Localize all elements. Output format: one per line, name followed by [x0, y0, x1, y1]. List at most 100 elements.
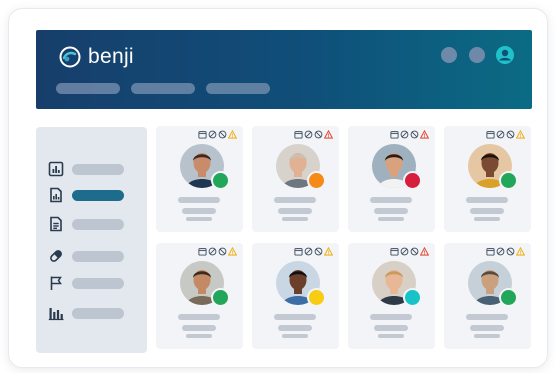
patient-card[interactable]	[156, 126, 243, 232]
blocked-icon[interactable]	[410, 247, 419, 256]
card-status-icons	[294, 130, 333, 139]
card-status-icons	[486, 130, 525, 139]
sidebar-item-label	[72, 308, 124, 319]
warning-icon[interactable]	[420, 247, 429, 256]
sidebar	[36, 127, 147, 353]
calendar-icon[interactable]	[390, 247, 399, 256]
patient-card[interactable]	[252, 243, 339, 349]
chart-document-icon	[50, 187, 62, 203]
pill-icon[interactable]	[496, 130, 505, 139]
card-status-icons	[198, 130, 237, 139]
patient-name-placeholder	[370, 197, 412, 203]
benji-logo-icon	[59, 46, 81, 68]
patient-name-placeholder	[178, 197, 220, 203]
calendar-icon[interactable]	[294, 247, 303, 256]
patient-detail-placeholder	[282, 217, 308, 221]
card-status-icons	[390, 247, 429, 256]
nav-item-1[interactable]	[56, 83, 120, 94]
calendar-icon[interactable]	[486, 247, 495, 256]
status-indicator	[307, 288, 326, 307]
warning-icon[interactable]	[228, 247, 237, 256]
patient-name-placeholder	[178, 314, 220, 320]
patient-detail-placeholder	[182, 208, 216, 214]
status-indicator	[499, 288, 518, 307]
calendar-icon[interactable]	[198, 130, 207, 139]
patient-card[interactable]	[444, 243, 531, 349]
patient-avatar[interactable]	[180, 144, 230, 190]
patient-avatar[interactable]	[180, 261, 230, 307]
sidebar-item-analytics[interactable]	[48, 305, 124, 321]
header-circle-1-icon[interactable]	[441, 47, 457, 63]
patient-detail-placeholder	[474, 334, 500, 338]
blocked-icon[interactable]	[314, 130, 323, 139]
pill-icon	[50, 250, 62, 262]
calendar-icon[interactable]	[198, 247, 207, 256]
patient-avatar[interactable]	[372, 144, 422, 190]
pill-icon[interactable]	[496, 247, 505, 256]
patient-avatar[interactable]	[372, 261, 422, 307]
status-indicator	[403, 171, 422, 190]
sidebar-item-label	[72, 219, 124, 230]
patient-card[interactable]	[156, 243, 243, 349]
pill-icon[interactable]	[208, 130, 217, 139]
sidebar-item-documents[interactable]	[48, 216, 124, 232]
pill-icon[interactable]	[304, 247, 313, 256]
sidebar-item-label	[72, 251, 124, 262]
patient-avatar[interactable]	[468, 144, 518, 190]
patient-name-placeholder	[370, 314, 412, 320]
patient-name-placeholder	[274, 197, 316, 203]
calendar-icon[interactable]	[390, 130, 399, 139]
patient-detail-placeholder	[374, 325, 408, 331]
blocked-icon[interactable]	[506, 247, 515, 256]
calendar-icon[interactable]	[486, 130, 495, 139]
flag-icon	[50, 276, 62, 290]
sidebar-item-medications[interactable]	[48, 248, 124, 264]
patient-card[interactable]	[444, 126, 531, 232]
patient-detail-placeholder	[278, 208, 312, 214]
sidebar-item-label	[72, 278, 124, 289]
brand-logo[interactable]: benji	[58, 45, 134, 69]
user-icon[interactable]	[495, 45, 515, 65]
pill-icon[interactable]	[208, 247, 217, 256]
patient-card[interactable]	[348, 243, 435, 349]
bar-chart-icon	[48, 308, 64, 321]
blocked-icon[interactable]	[410, 130, 419, 139]
patient-detail-placeholder	[378, 334, 404, 338]
patient-detail-placeholder	[182, 325, 216, 331]
nav-item-2[interactable]	[131, 83, 195, 94]
pill-icon[interactable]	[400, 247, 409, 256]
patient-avatar[interactable]	[468, 261, 518, 307]
patient-name-placeholder	[274, 314, 316, 320]
pill-icon[interactable]	[400, 130, 409, 139]
calendar-icon[interactable]	[294, 130, 303, 139]
patient-detail-placeholder	[378, 217, 404, 221]
patient-card[interactable]	[252, 126, 339, 232]
warning-icon[interactable]	[324, 130, 333, 139]
warning-icon[interactable]	[420, 130, 429, 139]
sidebar-item-chart-document[interactable]	[48, 187, 124, 203]
warning-icon[interactable]	[324, 247, 333, 256]
status-indicator	[211, 171, 230, 190]
pill-icon[interactable]	[304, 130, 313, 139]
patient-card[interactable]	[348, 126, 435, 232]
card-status-icons	[486, 247, 525, 256]
status-indicator	[211, 288, 230, 307]
warning-icon[interactable]	[516, 130, 525, 139]
patient-detail-placeholder	[282, 334, 308, 338]
sidebar-item-flags[interactable]	[48, 275, 124, 291]
sidebar-item-reports[interactable]	[48, 161, 124, 177]
status-indicator	[307, 171, 326, 190]
patient-detail-placeholder	[374, 208, 408, 214]
header-circle-2-icon[interactable]	[469, 47, 485, 63]
patient-avatar[interactable]	[276, 144, 326, 190]
patient-detail-placeholder	[470, 325, 504, 331]
nav-item-3[interactable]	[206, 83, 270, 94]
warning-icon[interactable]	[228, 130, 237, 139]
card-status-icons	[198, 247, 237, 256]
blocked-icon[interactable]	[218, 130, 227, 139]
blocked-icon[interactable]	[218, 247, 227, 256]
warning-icon[interactable]	[516, 247, 525, 256]
patient-avatar[interactable]	[276, 261, 326, 307]
blocked-icon[interactable]	[314, 247, 323, 256]
blocked-icon[interactable]	[506, 130, 515, 139]
